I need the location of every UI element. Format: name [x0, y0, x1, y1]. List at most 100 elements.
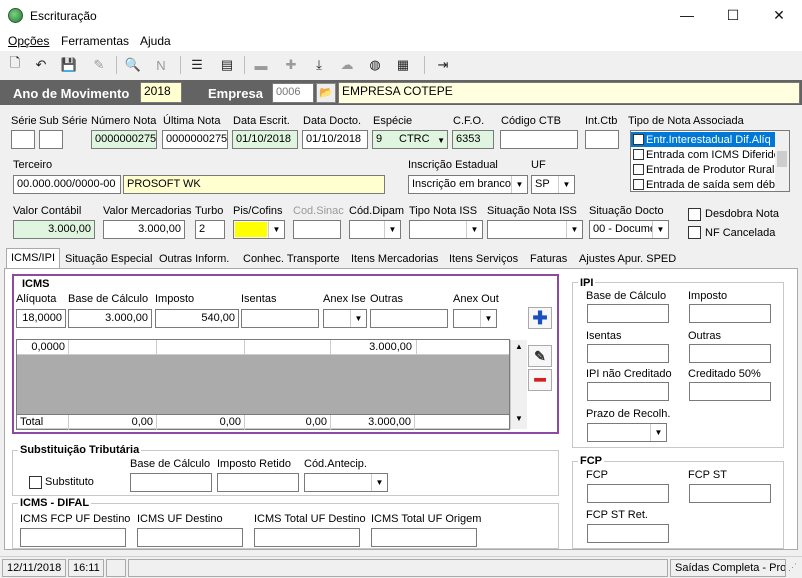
list-scrollbar[interactable] [775, 131, 789, 191]
st-imposto-field[interactable] [217, 473, 299, 492]
stack-icon[interactable]: ▤ [218, 56, 236, 74]
icms-title: ICMS [20, 278, 52, 290]
substituto-checkbox[interactable] [29, 476, 42, 489]
scroll-down-icon[interactable]: ▼ [515, 414, 523, 423]
tab-ajustes-sped[interactable]: Ajustes Apur. SPED [579, 250, 676, 268]
list-icon[interactable]: ☰ [188, 56, 206, 74]
difal-total-dest-field[interactable] [254, 528, 360, 547]
fcp-st-ret-field[interactable] [587, 524, 669, 543]
ipi-isentas-field[interactable] [587, 344, 669, 363]
cloud-icon[interactable]: ☁ [338, 56, 356, 74]
tab-itens-servicos[interactable]: Itens Serviços [449, 250, 518, 268]
st-base-field[interactable] [130, 473, 212, 492]
especie-select[interactable]: 9 CTRC ▼ [372, 130, 448, 149]
checkbox[interactable] [633, 164, 644, 175]
ano-field[interactable]: 2018 [140, 82, 182, 103]
imposto-field[interactable]: 540,00 [155, 309, 239, 328]
ipi-base-field[interactable] [587, 304, 669, 323]
list-item[interactable]: Entrada de saída sem débi [631, 177, 775, 192]
menu-ajuda[interactable]: Ajuda [140, 34, 171, 48]
list-item[interactable]: Entrada com ICMS Diferido [631, 147, 775, 162]
int-ctb-field[interactable] [585, 130, 619, 149]
cib-icon[interactable]: ◍ [366, 56, 384, 74]
open-folder-icon[interactable]: 📂 [316, 83, 336, 103]
add-button[interactable]: ✚ [528, 307, 552, 329]
list-item[interactable]: Entrada de Produtor Rural [631, 162, 775, 177]
resize-grip-icon[interactable]: ⋰ [788, 562, 797, 573]
new-document-icon[interactable]: 🗋 [6, 55, 24, 74]
fcp-field[interactable] [587, 484, 669, 503]
exit-icon[interactable]: ⇥ [434, 56, 452, 74]
st-cod-select[interactable]: ▼ [304, 473, 388, 492]
tab-faturas[interactable]: Faturas [530, 250, 567, 268]
difal-fcp-field[interactable] [20, 528, 126, 547]
uf-select[interactable]: SP ▼ [531, 175, 575, 194]
list-item[interactable]: Entr.Interestadual Dif.Alíq [631, 132, 775, 147]
codigo-ctb-field[interactable] [500, 130, 578, 149]
tab-itens-mercadorias[interactable]: Itens Mercadorias [351, 250, 438, 268]
menu-opcoes[interactable]: Opções [8, 34, 49, 48]
tipo-iss-select[interactable]: ▼ [409, 220, 483, 239]
pis-select[interactable]: ▼ [233, 220, 285, 239]
checkbox[interactable] [633, 134, 644, 145]
download-icon[interactable]: ⤓ [310, 56, 328, 74]
difal-total-orig-field[interactable] [371, 528, 477, 547]
anex-ise-select[interactable]: ▼ [323, 309, 367, 328]
isentas-field[interactable] [241, 309, 319, 328]
print-preview-icon[interactable]: 🔍 [124, 56, 142, 74]
tab-icms-ipi[interactable]: ICMS/IPI [6, 248, 61, 269]
table-icon[interactable]: ▦ [394, 56, 412, 74]
ipi-cred50-field[interactable] [689, 382, 771, 401]
checkbox[interactable] [633, 179, 644, 190]
tab-outras-inform[interactable]: Outras Inform. [159, 250, 229, 268]
tab-conhec-transporte[interactable]: Conhec. Transporte [243, 250, 340, 268]
cod-sinac-field[interactable] [293, 220, 341, 239]
menu-ferramentas[interactable]: Ferramentas [61, 34, 129, 48]
sit-iss-select[interactable]: ▼ [487, 220, 583, 239]
fcp-st-field[interactable] [689, 484, 771, 503]
inscricao-select[interactable]: Inscrição em branco ▼ [408, 175, 528, 194]
close-button[interactable]: ✕ [756, 0, 802, 31]
cod-dipam-select[interactable]: ▼ [349, 220, 401, 239]
ipi-prazo-select[interactable]: ▼ [587, 423, 667, 442]
valor-merc-field[interactable]: 3.000,00 [103, 220, 185, 239]
nfe-icon[interactable]: N [152, 56, 170, 74]
checkbox[interactable] [633, 149, 644, 160]
remove-button[interactable]: ━ [528, 369, 552, 391]
numero-nota-field[interactable]: 0000000275 [91, 130, 157, 149]
aliquota-field[interactable]: 18,0000 [16, 309, 66, 328]
folder-icon[interactable]: ▬ [252, 56, 270, 74]
serie-field[interactable] [11, 130, 35, 149]
outras-field[interactable] [370, 309, 448, 328]
tipo-nota-list[interactable]: Entr.Interestadual Dif.Alíq Entrada com … [630, 130, 790, 192]
base-field[interactable]: 3.000,00 [68, 309, 152, 328]
ipi-nao-cred-field[interactable] [587, 382, 669, 401]
ipi-imposto-field[interactable] [689, 304, 771, 323]
data-docto-field[interactable]: 01/10/2018 [302, 130, 368, 149]
nf-cancelada-checkbox[interactable] [688, 226, 701, 239]
tab-situacao-especial[interactable]: Situação Especial [65, 250, 152, 268]
eraser-icon[interactable]: ✎ [90, 56, 108, 74]
undo-icon[interactable]: ↶ [32, 56, 50, 74]
save-icon[interactable]: 💾 [60, 56, 78, 74]
minimize-button[interactable]: — [664, 0, 710, 31]
maximize-button[interactable]: ☐ [710, 0, 756, 31]
scroll-up-icon[interactable]: ▲ [515, 342, 523, 351]
ipi-outras-field[interactable] [689, 344, 771, 363]
desdobra-checkbox[interactable] [688, 208, 701, 221]
terceiro-cnpj-field[interactable]: 00.000.000/0000-00 [13, 175, 121, 194]
edit-pencil-icon[interactable]: ✎ [528, 345, 552, 367]
turbo-field[interactable]: 2 [195, 220, 225, 239]
sit-docto-select[interactable]: 00 - Documen ▼ [589, 220, 669, 239]
anex-out-select[interactable]: ▼ [453, 309, 497, 328]
table-row[interactable]: 0,0000 3.000,00 [17, 340, 509, 355]
icms-grid[interactable]: 0,0000 3.000,00 Total 0,00 0,00 0,00 3.0… [16, 339, 527, 430]
data-escrit-field[interactable]: 01/10/2018 [232, 130, 298, 149]
cfo-field[interactable]: 6353 [452, 130, 494, 149]
grid-scrollbar[interactable]: ▲ ▼ [510, 340, 527, 429]
empresa-code-field[interactable]: 0006 [272, 83, 314, 103]
tool-icon[interactable]: ✚ [282, 56, 300, 74]
subserie-field[interactable] [39, 130, 63, 149]
valor-contabil-field[interactable]: 3.000,00 [13, 220, 95, 239]
difal-uf-dest-field[interactable] [137, 528, 243, 547]
